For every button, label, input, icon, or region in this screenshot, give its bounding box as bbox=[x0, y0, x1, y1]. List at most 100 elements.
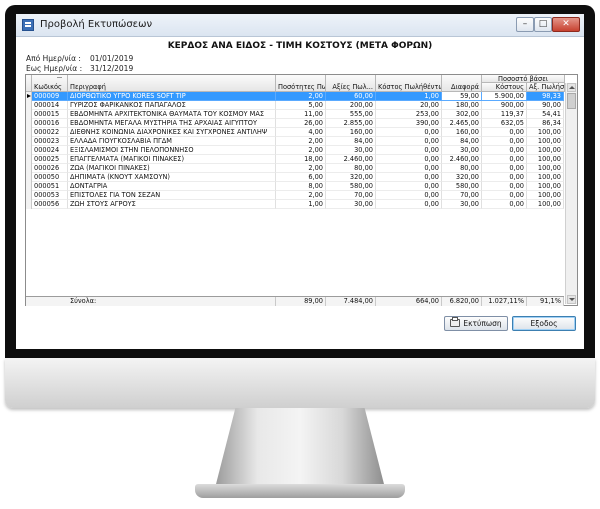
scroll-up-icon[interactable] bbox=[567, 83, 576, 92]
cell-cost: 20,00 bbox=[376, 101, 442, 110]
totals-margin: 6.820,00 bbox=[442, 297, 482, 306]
table-row[interactable]: 000009 ΔΙΟΡΘΩΤΙΚΟ ΥΓΡΟ KORES SOFT TIP 2,00… bbox=[26, 92, 564, 101]
cell-cost: 0,00 bbox=[376, 182, 442, 191]
table-row[interactable]: 000015 ΕΒΔΟΜΗΝΤΑ ΑΡΧΙΤΕΚΤΟΝΙΚΑ ΘΑΥΜΑΤΑ ΤΟ… bbox=[26, 110, 564, 119]
cell-code: 000053 bbox=[32, 191, 68, 200]
table-row[interactable]: 000014 ΓΥΡΙΖΟΣ ΦΑΡΙΚΑΝΚΟΣ ΠΑΠΑΓΑΛΟΣ 5,00 20… bbox=[26, 101, 564, 110]
cell-description: ΖΩΑ (ΜΑΓΙΚΟΙ ΠΙΝΑΚΕΣ) bbox=[68, 164, 276, 173]
cell-margin: 30,00 bbox=[442, 200, 482, 209]
cell-qty: 26,00 bbox=[276, 119, 326, 128]
cell-margin: 70,00 bbox=[442, 191, 482, 200]
column-header-pct-cost[interactable]: Κόστους bbox=[482, 83, 527, 92]
cell-sales: 70,00 bbox=[326, 191, 376, 200]
column-header-pct-sales[interactable]: Αξ. Πωλήσεων bbox=[527, 83, 565, 92]
cell-pct-sales: 100,00 bbox=[527, 200, 564, 209]
data-grid[interactable]: Κωδικός Περιγραφή Ποσότητες Πωλήσ... Αξί… bbox=[25, 74, 578, 306]
cell-description: ΕΒΔΟΜΗΝΤΑ ΑΡΧΙΤΕΚΤΟΝΙΚΑ ΘΑΥΜΑΤΑ ΤΟΥ ΚΟΣΜ… bbox=[68, 110, 276, 119]
cell-pct-sales: 98,33 bbox=[527, 92, 564, 101]
cell-margin: 580,00 bbox=[442, 182, 482, 191]
table-row[interactable]: 000026 ΖΩΑ (ΜΑΓΙΚΟΙ ΠΙΝΑΚΕΣ) 2,00 80,00 0,00… bbox=[26, 164, 564, 173]
cell-description: ΕΠΑΓΓΕΛΜΑΤΑ (ΜΑΓΙΚΟΙ ΠΙΝΑΚΕΣ) bbox=[68, 155, 276, 164]
cell-cost: 390,00 bbox=[376, 119, 442, 128]
cell-code: 000056 bbox=[32, 200, 68, 209]
cell-sales: 200,00 bbox=[326, 101, 376, 110]
cell-code: 000014 bbox=[32, 101, 68, 110]
cell-sales: 80,00 bbox=[326, 164, 376, 173]
totals-pct-cost: 1.027,11% bbox=[482, 297, 527, 306]
cell-description: ΕΠΙΣΤΟΛΕΣ ΓΙΑ ΤΟΝ ΣΕΖΑΝ bbox=[68, 191, 276, 200]
cell-code: 000009 bbox=[32, 92, 68, 101]
cell-code: 000025 bbox=[32, 155, 68, 164]
maximize-button[interactable]: □ bbox=[534, 17, 552, 32]
cell-cost: 0,00 bbox=[376, 155, 442, 164]
cell-pct-sales: 54,41 bbox=[527, 110, 564, 119]
table-row[interactable]: 000023 ΕΛΛΑΔΑ ΓΙΟΥΓΚΟΣΛΑΒΙΑ ΠΓΔΜ 2,00 84,00… bbox=[26, 137, 564, 146]
cell-cost: 1,00 bbox=[376, 92, 442, 101]
scroll-thumb[interactable] bbox=[567, 93, 576, 109]
filter-icon[interactable] bbox=[57, 77, 62, 82]
cell-description: ΔΗΠΙΜΑΤΑ (ΚΝΟΥΤ ΧΑΜΣΟΥΝ) bbox=[68, 173, 276, 182]
monitor-chin bbox=[5, 358, 595, 408]
cell-code: 000051 bbox=[32, 182, 68, 191]
cell-qty: 1,00 bbox=[276, 200, 326, 209]
column-header-cost[interactable]: Κόστος Πωλήθέντων bbox=[376, 75, 442, 92]
table-row[interactable]: 000056 ΖΩΗ ΣΤΟΥΣ ΑΓΡΟΥΣ 1,00 30,00 0,00 30,00… bbox=[26, 200, 564, 209]
column-header-description[interactable]: Περιγραφή bbox=[68, 75, 276, 92]
table-row[interactable]: 000022 ΔΙΕΘΝΗΣ ΚΟΙΝΩΝΙΑ ΔΙΑΧΡΟΝΙΚΕΣ ΚΑΙ Σ… bbox=[26, 128, 564, 137]
cell-margin: 160,00 bbox=[442, 128, 482, 137]
cell-pct-cost: 900,00 bbox=[482, 101, 527, 110]
cell-margin: 180,00 bbox=[442, 101, 482, 110]
scroll-down-icon[interactable] bbox=[567, 295, 576, 304]
totals-sales: 7.484,00 bbox=[326, 297, 376, 306]
cell-margin: 30,00 bbox=[442, 146, 482, 155]
cell-margin: 80,00 bbox=[442, 164, 482, 173]
table-row[interactable]: 000024 ΕΞΙΣΛΑΜΙΣΜΟΙ ΣΤΗΝ ΠΕΛΟΠΟΝΝΗΣΟ 2,00 3… bbox=[26, 146, 564, 155]
from-date-label: Από Ημερ/νία : bbox=[26, 54, 81, 63]
title-bar: Προβολή Εκτυπώσεων – □ ✕ bbox=[16, 14, 584, 37]
table-row[interactable]: 000053 ΕΠΙΣΤΟΛΕΣ ΓΙΑ ΤΟΝ ΣΕΖΑΝ 2,00 70,00 0,… bbox=[26, 191, 564, 200]
cell-margin: 84,00 bbox=[442, 137, 482, 146]
cell-qty: 2,00 bbox=[276, 137, 326, 146]
cell-code: 000050 bbox=[32, 173, 68, 182]
monitor-stand bbox=[215, 408, 385, 488]
totals-row: Σύνολα: 89,00 7.484,00 664,00 6.820,00 1… bbox=[26, 296, 564, 306]
cell-margin: 2.460,00 bbox=[442, 155, 482, 164]
table-row[interactable]: 000051 ΔΟΝΤΑΓΡΙΑ 8,00 580,00 0,00 580,00 0,00 1… bbox=[26, 182, 564, 191]
cell-qty: 5,00 bbox=[276, 101, 326, 110]
cell-sales: 60,00 bbox=[326, 92, 376, 101]
cell-margin: 320,00 bbox=[442, 173, 482, 182]
cell-description: ΕΛΛΑΔΑ ΓΙΟΥΓΚΟΣΛΑΒΙΑ ΠΓΔΜ bbox=[68, 137, 276, 146]
cell-pct-cost: 119,37 bbox=[482, 110, 527, 119]
column-header-sales[interactable]: Αξίες Πωλ... bbox=[326, 75, 376, 92]
column-group-header: Ποσοστό βάσει bbox=[482, 75, 565, 83]
exit-button[interactable]: Εξοδος bbox=[512, 316, 576, 331]
cell-description: ΔΙΕΘΝΗΣ ΚΟΙΝΩΝΙΑ ΔΙΑΧΡΟΝΙΚΕΣ ΚΑΙ ΣΥΓΧΡΟΝ… bbox=[68, 128, 276, 137]
app-icon bbox=[22, 19, 34, 31]
cell-code: 000015 bbox=[32, 110, 68, 119]
column-header-qty[interactable]: Ποσότητες Πωλήσ... bbox=[276, 75, 326, 92]
cell-pct-cost: 0,00 bbox=[482, 191, 527, 200]
cell-sales: 84,00 bbox=[326, 137, 376, 146]
cell-pct-cost: 0,00 bbox=[482, 200, 527, 209]
column-header-margin[interactable]: Διαφορά bbox=[442, 75, 482, 92]
cell-cost: 0,00 bbox=[376, 146, 442, 155]
to-date-label: Εως Ημερ/νία : bbox=[26, 64, 83, 73]
print-button[interactable]: Εκτύπωση bbox=[444, 316, 508, 331]
cell-pct-sales: 100,00 bbox=[527, 182, 564, 191]
table-row[interactable]: 000050 ΔΗΠΙΜΑΤΑ (ΚΝΟΥΤ ΧΑΜΣΟΥΝ) 6,00 320,00… bbox=[26, 173, 564, 182]
cell-qty: 4,00 bbox=[276, 128, 326, 137]
totals-pct-sales: 91,1% bbox=[527, 297, 564, 306]
cell-sales: 580,00 bbox=[326, 182, 376, 191]
cell-pct-sales: 90,00 bbox=[527, 101, 564, 110]
report-title: ΚΕΡΔΟΣ ΑΝΑ ΕΙΔΟΣ - ΤΙΜΗ ΚΟΣΤΟΥΣ (ΜΕΤΑ ΦΟ… bbox=[167, 41, 433, 51]
vertical-scrollbar[interactable] bbox=[565, 83, 577, 304]
table-row[interactable]: 000016 ΕΒΔΟΜΗΝΤΑ ΜΕΓΑΛΑ ΜΥΣΤΗΡΙΑ ΤΗΣ ΑΡΧΑ… bbox=[26, 119, 564, 128]
cell-pct-sales: 100,00 bbox=[527, 128, 564, 137]
column-header-code[interactable]: Κωδικός bbox=[32, 75, 68, 92]
minimize-button[interactable]: – bbox=[516, 17, 534, 32]
close-button[interactable]: ✕ bbox=[552, 17, 580, 32]
cell-pct-sales: 100,00 bbox=[527, 164, 564, 173]
cell-code: 000024 bbox=[32, 146, 68, 155]
table-row[interactable]: 000025 ΕΠΑΓΓΕΛΜΑΤΑ (ΜΑΓΙΚΟΙ ΠΙΝΑΚΕΣ) 18,00… bbox=[26, 155, 564, 164]
cell-qty: 11,00 bbox=[276, 110, 326, 119]
